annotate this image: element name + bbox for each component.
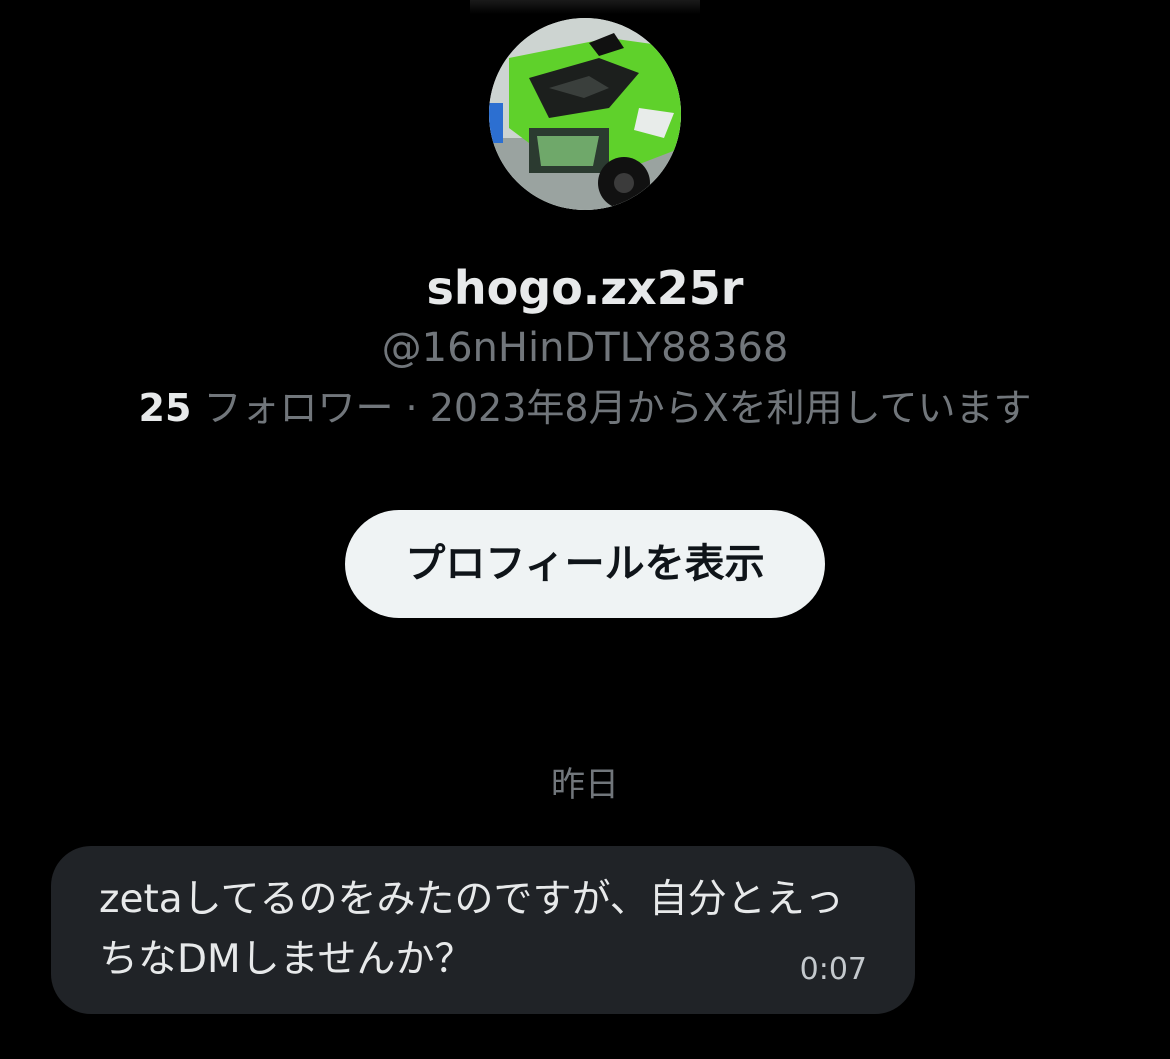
- follower-count[interactable]: 25: [139, 386, 192, 430]
- top-gradient: [470, 0, 700, 14]
- message-timestamp: 0:07: [799, 952, 867, 987]
- motorcycle-photo-icon: [489, 18, 681, 210]
- user-handle: @16nHinDTLY88368: [381, 325, 789, 371]
- view-profile-button[interactable]: プロフィールを表示: [345, 510, 825, 618]
- message-text: zetaしてるのをみたのですが、自分とえっちなDMしませんか？: [99, 877, 844, 982]
- avatar[interactable]: [489, 18, 681, 210]
- display-name: shogo.zx25r: [426, 261, 744, 315]
- date-separator: 昨日: [551, 765, 619, 805]
- profile-meta: 25 フォロワー · 2023年8月からXを利用しています: [0, 380, 1170, 436]
- message-bubble[interactable]: zetaしてるのをみたのですが、自分とえっちなDMしませんか？ 0:07: [51, 846, 915, 1014]
- profile-meta-text: フォロワー · 2023年8月からXを利用しています: [191, 386, 1032, 430]
